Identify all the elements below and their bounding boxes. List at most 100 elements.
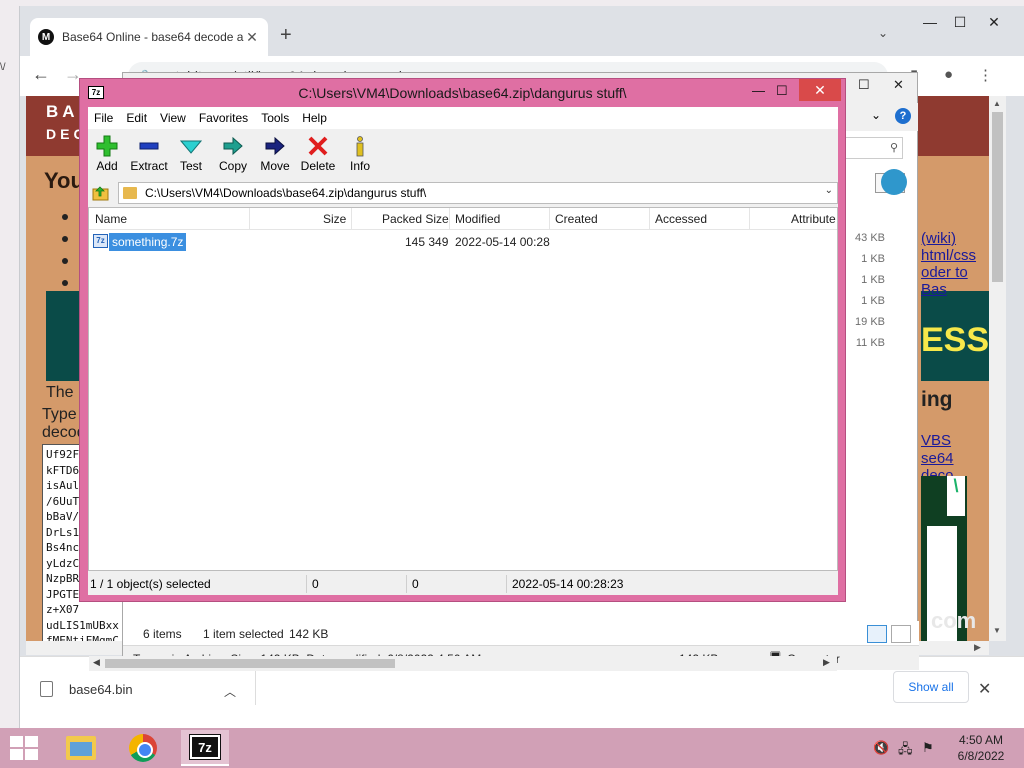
explorer-minimize-button[interactable]: ☐ (858, 77, 870, 93)
7zip-window: 7z C:\Users\VM4\Downloads\base64.zip\dan… (79, 78, 846, 671)
file-list[interactable]: Name Size Packed Size Modified Created A… (88, 207, 838, 671)
page-vertical-scrollbar[interactable]: ▲ ▼ (989, 96, 1006, 641)
divider (255, 669, 256, 705)
move-label: Move (260, 159, 290, 173)
selected-count: 1 item selected (203, 627, 284, 641)
column-divider (449, 208, 450, 230)
menu-view[interactable]: View (160, 111, 186, 125)
extract-icon (139, 142, 159, 150)
menu-tools[interactable]: Tools (261, 111, 289, 125)
menu-bar: File Edit View Favorites Tools Help (88, 107, 838, 129)
menu-file[interactable]: File (94, 111, 113, 125)
scroll-up-icon[interactable]: ▲ (993, 99, 1001, 108)
file-size: 1 KB (861, 295, 885, 307)
menu-help[interactable]: Help (302, 111, 327, 125)
7zip-maximize-button[interactable]: ☐ (776, 83, 788, 99)
file-icon (40, 681, 53, 697)
help-icon[interactable]: ? (895, 108, 911, 124)
system-clock[interactable]: 4:50 AM 6/8/2022 (955, 732, 1007, 764)
path-combobox[interactable]: C:\Users\VM4\Downloads\base64.zip\dangur… (118, 182, 838, 204)
chevron-down-icon[interactable]: ⌄ (825, 185, 833, 196)
volume-muted-icon[interactable]: 🔇 (873, 740, 889, 756)
back-arrow-icon[interactable]: ← (32, 64, 50, 85)
windows-logo-icon (25, 736, 38, 747)
notification-icon[interactable]: ⚑ (922, 740, 934, 756)
folder-icon (123, 187, 137, 199)
page-link-decoder[interactable]: oder to Bas (921, 264, 989, 298)
scrollbar-thumb[interactable] (992, 112, 1003, 282)
menu-edit[interactable]: Edit (126, 111, 147, 125)
network-icon[interactable]: 🖧 (898, 740, 913, 762)
page-text-ing: ing (921, 388, 953, 411)
column-packed-size[interactable]: Packed Size (382, 212, 449, 226)
explorer-status-bar: 6 items 1 item selected 142 KB (123, 621, 919, 645)
tab-search-chevron-icon[interactable]: ⌄ (878, 26, 888, 40)
delete-button[interactable]: Delete (296, 135, 340, 173)
menu-kebab-icon[interactable]: ⋮ (978, 66, 993, 84)
table-row[interactable]: 7z something.7z 145 349 2022-05-14 00:28 (89, 232, 837, 252)
profile-avatar-icon[interactable]: ● (944, 66, 953, 83)
7zip-title: C:\Users\VM4\Downloads\base64.zip\dangur… (298, 85, 627, 101)
page-link-html-css[interactable]: html/css (921, 247, 976, 264)
download-item[interactable]: base64.bin (40, 681, 133, 697)
7zip-titlebar: 7z C:\Users\VM4\Downloads\base64.zip\dan… (80, 79, 845, 107)
code-line: z+X07 (46, 603, 80, 616)
ad-banner-text: ESS (921, 321, 989, 359)
column-created[interactable]: Created (555, 212, 598, 226)
add-icon (96, 135, 118, 157)
scroll-down-icon[interactable]: ▼ (993, 626, 1001, 635)
test-button[interactable]: Test (169, 135, 213, 173)
page-text-type: Type (42, 406, 77, 423)
menu-favorites[interactable]: Favorites (199, 111, 248, 125)
7zip-minimize-button[interactable]: — (752, 83, 765, 98)
explorer-search-input[interactable]: ⚲ (845, 137, 903, 159)
clock-date: 6/8/2022 (957, 749, 1005, 763)
windows-logo-icon (25, 749, 38, 760)
desktop-icon-fragment: \/ (0, 62, 6, 73)
column-attributes[interactable]: Attribute (791, 212, 836, 226)
list-horizontal-scrollbar[interactable]: ◀ ▶ (89, 656, 837, 671)
page-text-the: The (46, 384, 74, 401)
file-size: 1 KB (861, 253, 885, 265)
windows-logo-icon (10, 736, 23, 747)
download-bar-close-icon[interactable]: ✕ (978, 679, 991, 699)
chevron-down-icon[interactable]: ⌄ (871, 108, 881, 122)
7zip-close-button[interactable]: ✕ (799, 79, 841, 101)
details-view-icon[interactable] (867, 625, 887, 643)
tab-close-icon[interactable]: ✕ (244, 29, 260, 46)
file-name[interactable]: something.7z (109, 233, 187, 251)
chrome-icon (129, 734, 157, 762)
explorer-close-button[interactable]: ✕ (893, 77, 904, 93)
taskbar-chrome[interactable] (119, 730, 167, 766)
scrollbar-thumb[interactable] (105, 659, 395, 668)
scroll-right-icon[interactable]: ▶ (974, 642, 981, 653)
divider (406, 575, 407, 593)
column-modified[interactable]: Modified (455, 212, 500, 226)
explorer-ribbon: ⌄ ? (843, 103, 918, 131)
clock-time: 4:50 AM (958, 733, 1004, 747)
taskbar-file-explorer[interactable] (57, 730, 105, 766)
new-tab-button[interactable]: + (280, 24, 292, 47)
large-icons-view-icon[interactable] (891, 625, 911, 643)
column-name[interactable]: Name (95, 212, 127, 226)
show-all-button[interactable]: Show all (893, 671, 969, 703)
close-button[interactable]: ✕ (974, 10, 1014, 34)
status-modified: 2022-05-14 00:28:23 (512, 577, 624, 591)
page-link-wiki[interactable]: (wiki) (921, 230, 956, 247)
page-link-vbs[interactable]: VBS (921, 432, 951, 449)
copy-button[interactable]: Copy (211, 135, 255, 173)
scroll-left-icon[interactable]: ◀ (93, 657, 100, 668)
extract-button[interactable]: Extract (127, 135, 171, 173)
modified-cell: 2022-05-14 00:28 (455, 235, 550, 249)
folder-up-icon[interactable] (92, 184, 110, 202)
chevron-up-icon[interactable]: ︿ (224, 683, 236, 700)
info-button[interactable]: Info (338, 135, 382, 173)
add-button[interactable]: Add (85, 135, 129, 173)
column-accessed[interactable]: Accessed (655, 212, 707, 226)
scroll-right-icon[interactable]: ▶ (823, 657, 830, 668)
browser-tab[interactable]: M Base64 Online - base64 decode a ✕ (30, 18, 268, 56)
move-button[interactable]: Move (253, 135, 297, 173)
start-button[interactable] (8, 736, 40, 760)
taskbar-7zip[interactable]: 7z (181, 730, 229, 766)
column-size[interactable]: Size (323, 212, 346, 226)
